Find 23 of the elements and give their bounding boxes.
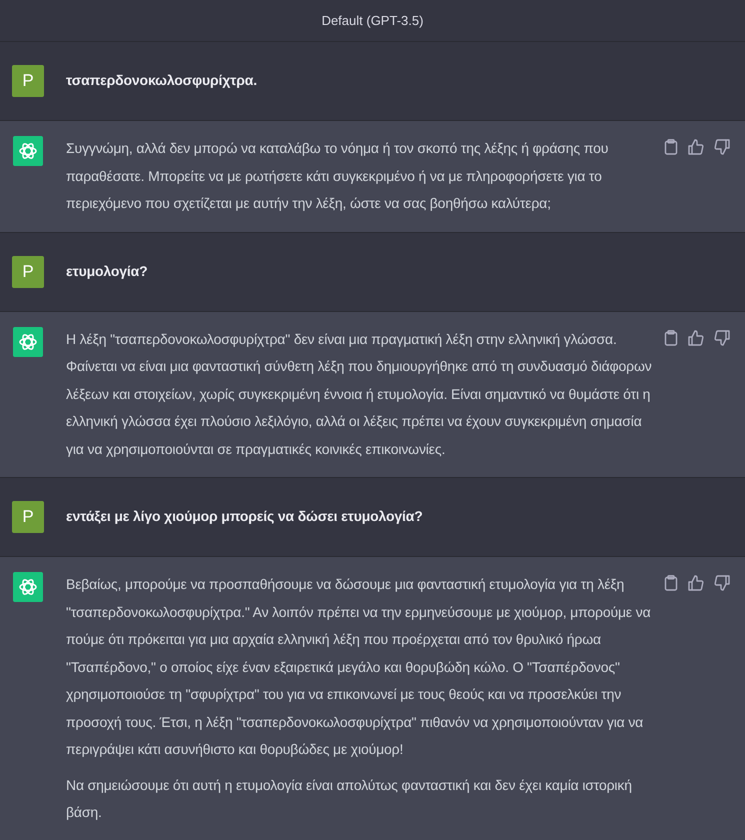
thumbs-up-icon[interactable]: [688, 330, 704, 346]
message-text: εντάξει με λίγο χιούμορ μπορείς να δώσει ετυμολογία?: [66, 507, 424, 526]
message-text: Να σημειώσουμε ότι αυτή η ετυμολογία είναι απολύτως φανταστική και δεν έχει καμία ιστορική βάση.: [66, 776, 633, 822]
user-avatar: P: [12, 501, 44, 533]
assistant-logo-icon: [13, 326, 43, 356]
message-text: Συγγνώμη, αλλά δεν μπορώ να καταλάβω το νόημα ή τον σκοπό της λέξης ή φράσης που παραθέσατε. Μπορείτε να με ρωτήσετε κάτι συγκεκριμένο ή να με πληροφορήσετε για το περιεχόμενο που σχετίζεται με αυτήν την λέξη, ώστε να σας βοηθήσω καλύτερα;: [66, 139, 610, 213]
assistant-logo-icon: [13, 572, 43, 602]
message-text: τσαπερδονοκωλοσφυρίχτρα.: [66, 71, 258, 90]
thumbs-down-icon[interactable]: [714, 575, 730, 591]
message-text: Βεβαίως, μπορούμε να προσπαθήσουμε να δώσουμε μια φανταστική ετυμολογία για τη λέξη "τσαπερδονοκωλοσφυρίχτρα." Αν λοιπόν πρέπει να την ερμηνεύσουμε με χιούμορ, μπορούμε να πούμε ότι πρόκειται για μια αρχαία ελληνική λέξη που προέρχεται από τον θρυλικό ήρωα "Τσαπέρδονο," ο οποίος είχε έναν εξαιρετικά μεγάλο και θορυβώδη κώλο. Ο "Τσαπέρδονος" χρησιμοποιούσε τη "σφυρίχτρα" του για να επικοινωνεί με τους θεούς και να προσελκύει την προσοχή τους. Έτσι, η λέξη "τσαπερδονοκωλοσφυρίχτρα" πιθανόν να χρησιμοποιούνταν για να περιγράψει κάτι ασυνήθιστο και θορυβώδες με χιούμορ!: [66, 575, 652, 759]
user-avatar: P: [12, 65, 44, 97]
model-title: Default (GPT-3.5): [322, 13, 424, 28]
thumbs-down-icon[interactable]: [714, 139, 730, 155]
copy-icon[interactable]: [664, 139, 678, 155]
copy-icon[interactable]: [664, 575, 678, 591]
thumbs-down-icon[interactable]: [714, 330, 730, 346]
message-text: Η λέξη "τσαπερδονοκωλοσφυρίχτρα" δεν είναι μια πραγματική λέξη στην ελληνική γλώσσα. Φαίνεται να είναι μια φανταστική σύνθετη λέξη που δημιουργήθηκε από τη συνδυασμό διάφορων λέξεων και στοιχείων, χωρίς συγκεκριμένη έννοια ή ετυμολογία. Είναι σημαντικό να θυμάστε ότι η ελληνική γλώσσα έχει πλούσιο λεξιλόγιο, αλλά οι λέξεις πρέπει να έχουν συγκεκριμένη σημασία για να χρησιμοποιούνται σε πραγματικές κοινικές επικοινωνίες.: [66, 330, 653, 459]
user-avatar: P: [12, 256, 44, 288]
message-text: ετυμολογία?: [66, 262, 149, 281]
copy-icon[interactable]: [664, 330, 678, 346]
thumbs-up-icon[interactable]: [688, 139, 704, 155]
assistant-logo-icon: [13, 136, 43, 166]
thumbs-up-icon[interactable]: [688, 575, 704, 591]
